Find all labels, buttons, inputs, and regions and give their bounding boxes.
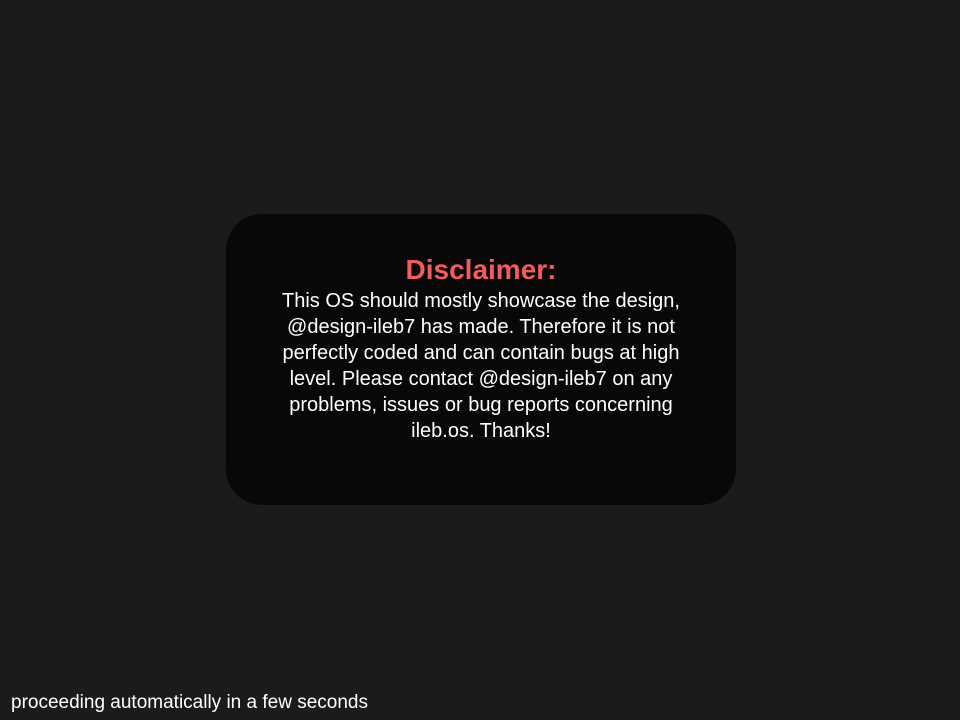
disclaimer-dialog: Disclaimer: This OS should mostly showca… [226, 214, 736, 505]
disclaimer-message: This OS should mostly showcase the desig… [282, 290, 680, 442]
auto-proceed-status: proceeding automatically in a few second… [11, 692, 368, 713]
disclaimer-title: Disclaimer: [405, 254, 557, 285]
